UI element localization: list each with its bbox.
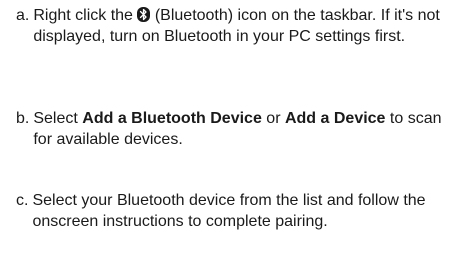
step-text: Select your Bluetooth device from the li… bbox=[32, 192, 426, 230]
step-label: b. bbox=[16, 110, 30, 127]
menu-option-name: Add a Device bbox=[284, 110, 386, 127]
step-label: c. bbox=[16, 192, 29, 209]
step-text: Right click the (Bluetooth) icon on the … bbox=[29, 5, 456, 47]
menu-option-name: Add a Bluetooth Device bbox=[82, 110, 262, 127]
step-text-part: Select bbox=[33, 110, 83, 127]
step-text-part: Right click the bbox=[33, 7, 138, 24]
step-b: b. Select Add a Bluetooth Device or Add … bbox=[16, 108, 456, 150]
bluetooth-icon bbox=[137, 7, 151, 22]
step-c: c. Select your Bluetooth device from the… bbox=[16, 190, 456, 232]
step-label: a. bbox=[16, 7, 30, 24]
step-a: a. Right click the (Bluetooth) icon on t… bbox=[16, 5, 456, 47]
step-text-part: or bbox=[261, 110, 285, 127]
step-text: Select Add a Bluetooth Device or Add a D… bbox=[29, 108, 456, 150]
